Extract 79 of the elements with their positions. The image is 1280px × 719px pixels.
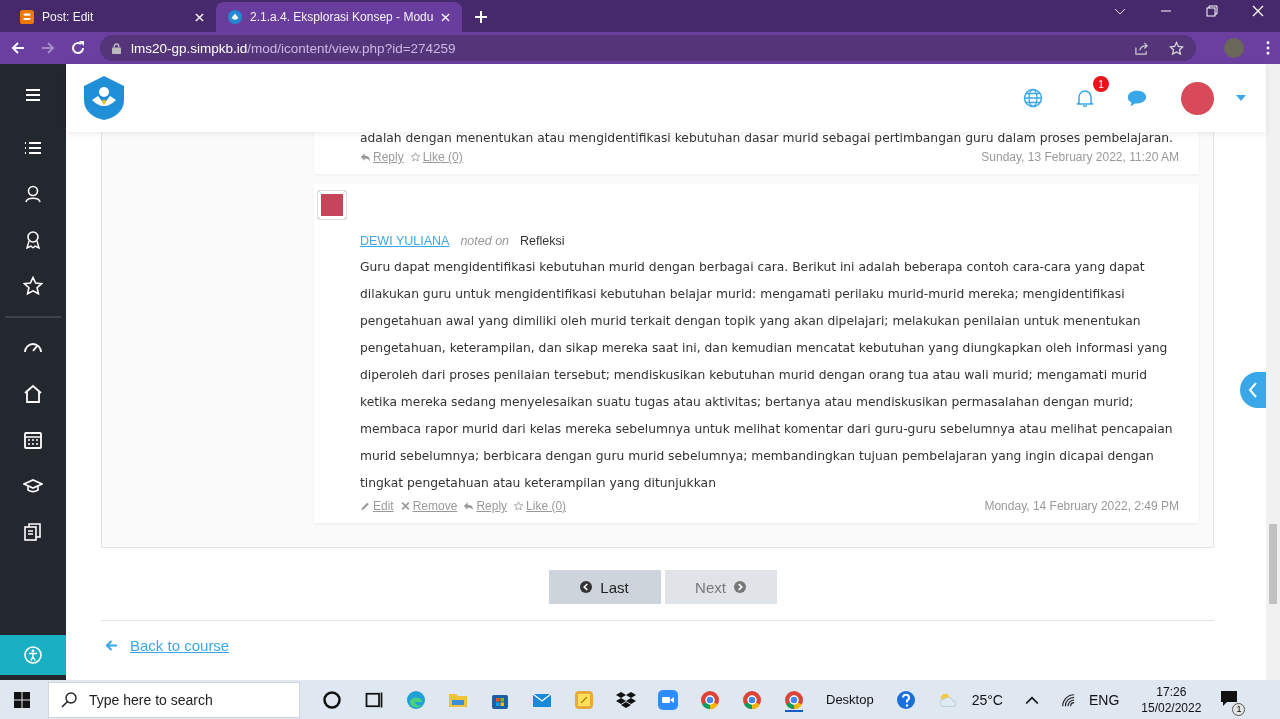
calendar-icon[interactable]	[23, 430, 43, 450]
comment-text: adalah dengan menentukan atau mengidentifikasi kebutuhan dasar murid sebagai pertimbangan guru dalam proses pembelajaran.	[360, 130, 1175, 147]
browser-tab[interactable]: Post: Edit	[8, 2, 216, 32]
forward-icon[interactable]	[40, 40, 56, 56]
url-text: lms20-gp.simpkb.id/mod/icontent/view.php?id=274259	[131, 40, 456, 56]
scrollbar[interactable]	[1266, 64, 1280, 680]
reload-icon[interactable]	[70, 40, 86, 56]
blogger-favicon-icon	[20, 10, 34, 24]
back-icon[interactable]	[10, 40, 26, 56]
comment-timestamp: Sunday, 13 February 2022, 11:20 AM	[981, 150, 1179, 164]
clock-date: 15/02/2022	[1141, 699, 1202, 716]
video-camera-icon[interactable]	[658, 689, 678, 710]
chat-bubble-icon[interactable]	[1127, 88, 1147, 108]
topic-label: Refleksi	[520, 234, 565, 248]
close-tab-icon[interactable]	[441, 12, 451, 22]
drawer-toggle-button[interactable]	[1240, 372, 1266, 408]
chrome-browser-icon[interactable]	[784, 689, 804, 710]
taskbar-search-field[interactable]: Type here to search	[48, 681, 300, 718]
clock-time: 17:26	[1156, 683, 1187, 700]
bookmark-star-icon[interactable]	[1169, 40, 1184, 56]
help-question-icon[interactable]	[895, 689, 916, 710]
restore-icon[interactable]	[1206, 5, 1218, 17]
emblem-favicon-icon	[228, 10, 242, 24]
star-outline-icon	[409, 152, 421, 162]
temperature-label: 25°C	[971, 691, 1003, 708]
remove-link[interactable]: Remove	[399, 499, 458, 513]
reply-link[interactable]: Reply	[360, 150, 404, 164]
accessibility-icon	[23, 645, 43, 665]
wifi-icon[interactable]	[1061, 692, 1075, 707]
address-bar[interactable]: lms20-gp.simpkb.id/mod/icontent/view.php?id=274259	[100, 35, 1196, 61]
share-icon[interactable]	[1134, 40, 1149, 56]
chrome-browser-icon[interactable]	[742, 689, 762, 710]
cross-icon	[399, 501, 411, 511]
reply-arrow-icon	[360, 152, 371, 162]
tab-title: Post: Edit	[42, 10, 95, 24]
language-indicator[interactable]: ENG	[1089, 691, 1120, 708]
caret-down-icon[interactable]	[1236, 95, 1246, 101]
edit-link[interactable]: Edit	[360, 499, 394, 513]
notification-count: 1	[1232, 702, 1246, 716]
user-avatar[interactable]	[1181, 81, 1214, 115]
chevron-left-icon	[1248, 382, 1258, 398]
comment-timestamp: Monday, 14 February 2022, 2:49 PM	[984, 499, 1179, 513]
documents-icon[interactable]	[23, 522, 43, 542]
search-icon	[61, 691, 77, 708]
like-link[interactable]: Like (0)	[513, 499, 567, 513]
like-link[interactable]: Like (0)	[409, 150, 463, 164]
desktop-toolbar-label[interactable]: Desktop	[826, 692, 874, 707]
pencil-icon	[360, 501, 371, 511]
star-icon[interactable]	[23, 276, 43, 296]
more-menu-icon[interactable]	[1266, 41, 1270, 55]
circle-chevron-right-icon	[733, 581, 746, 593]
home-icon[interactable]	[23, 384, 43, 404]
author-link[interactable]: DEWI YULIANA	[360, 234, 450, 248]
star-outline-icon	[513, 501, 525, 511]
comment-text: Guru dapat mengidentifikasi kebutuhan murid dengan berbagai cara. Berikut ini adalah beberapa contoh cara-cara yang dapat dilakukan guru untuk mengidentifikasi kebutuhan belajar murid: mengamati perilaku murid-murid mereka; mengidentifikasi pengetahuan awal yang dimiliki oleh murid terkait dengan topik yang akan dipelajari; melakukan penilaian untuk menentukan pengetahuan, keterampilan, dan sikap mereka saat ini, dan kemudian mencatat kebutuhan yang diungkapkan oleh informasi yang diperoleh dari proses penilaian tersebut; mendiskusikan kebutuhan murid dengan orang tua atau wali murid; mengamati murid ketika mereka sedang menyelesaikan suatu tugas atau aktivitas; bertanya atau mendiskusikan permasalahan dengan murid; membaca rapor murid dari kelas mereka sebelumnya untuk melihat komentar dari guru-guru sebelumnya atau melihat pencapaian murid sebelumnya; berbicara dengan guru murid sebelumnya; membandingkan tujuan pembelajaran yang ingin dicapai dengan tingkat pengetahuan atau keterampilan yang ditunjukkan	[360, 259, 1174, 492]
award-icon[interactable]	[23, 230, 43, 250]
notification-bell-icon[interactable]	[1075, 88, 1095, 108]
lock-icon	[112, 42, 121, 54]
previous-button[interactable]: Last	[548, 570, 661, 604]
globe-icon[interactable]	[1023, 88, 1043, 108]
new-tab-icon[interactable]	[474, 10, 489, 24]
close-tab-icon[interactable]	[195, 12, 204, 22]
arrow-left-icon	[105, 640, 118, 651]
reply-arrow-icon	[463, 501, 475, 511]
notification-count: 1	[1093, 76, 1109, 92]
cortana-circle-icon[interactable]	[322, 689, 342, 710]
circle-chevron-left-icon	[580, 581, 593, 593]
menu-icon[interactable]	[25, 88, 41, 102]
user-icon[interactable]	[23, 184, 43, 204]
dropbox-icon[interactable]	[616, 689, 636, 710]
windows-start-icon[interactable]	[14, 691, 30, 708]
author-avatar	[317, 190, 347, 220]
tab-title: 2.1.a.4. Eksplorasi Konsep - Modu	[250, 10, 434, 24]
noted-on-label: noted on	[460, 234, 510, 248]
chrome-browser-icon[interactable]	[700, 689, 720, 710]
reply-link[interactable]: Reply	[463, 499, 508, 513]
close-icon[interactable]	[1252, 5, 1264, 17]
browser-tab[interactable]: 2.1.a.4. Eksplorasi Konsep - Modu	[216, 2, 463, 32]
back-to-course-link[interactable]: Back to course	[130, 637, 230, 654]
